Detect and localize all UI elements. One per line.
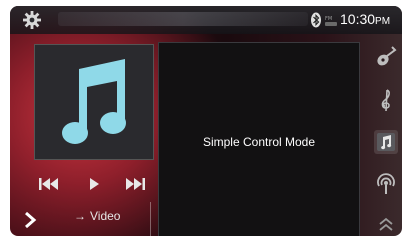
video-link[interactable]: → Video — [74, 209, 120, 223]
playback-controls — [28, 172, 158, 196]
previous-track-icon[interactable] — [36, 174, 64, 194]
double-chevron-up-icon[interactable] — [374, 212, 398, 236]
guitar-icon[interactable] — [374, 44, 398, 68]
gear-icon[interactable] — [22, 10, 42, 30]
head-unit-screen: FM 10:30PM → Video Simple Control Mode — [10, 6, 402, 236]
treble-clef-icon[interactable] — [374, 88, 398, 112]
source-sidebar — [368, 34, 402, 236]
music-note-icon[interactable] — [374, 130, 398, 154]
clock-time: 10:30 — [340, 11, 376, 27]
fm-indicator-label: FM — [325, 16, 332, 22]
music-note-icon — [57, 55, 131, 149]
simple-control-panel[interactable]: Simple Control Mode — [158, 42, 360, 236]
panel-title: Simple Control Mode — [202, 135, 316, 149]
play-icon[interactable] — [80, 174, 108, 194]
podcast-icon[interactable] — [374, 172, 398, 196]
album-art[interactable] — [34, 44, 154, 160]
video-link-label: Video — [90, 209, 121, 223]
status-strip — [58, 12, 308, 26]
status-bar: FM 10:30PM — [10, 6, 402, 34]
chevron-right-icon[interactable] — [16, 206, 44, 234]
clock: 10:30PM — [340, 11, 390, 27]
arrow-right-icon: → — [74, 209, 86, 223]
next-track-icon[interactable] — [120, 174, 148, 194]
clock-ampm: PM — [375, 16, 391, 27]
fm-indicator-icon: FM — [324, 13, 338, 27]
divider — [150, 202, 151, 236]
bluetooth-icon — [310, 12, 322, 28]
